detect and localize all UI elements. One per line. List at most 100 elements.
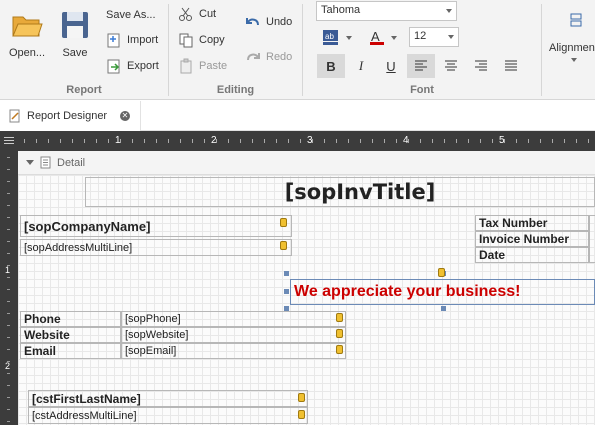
email-value-field[interactable]: [sopEmail] [121, 343, 346, 359]
export-button[interactable]: Export [106, 56, 159, 76]
hamburger-menu-icon[interactable] [4, 137, 14, 146]
redo-button[interactable]: Redo [245, 47, 292, 67]
invoice-number-field[interactable]: Invoice Number [475, 231, 589, 247]
smart-tag-icon[interactable] [280, 218, 287, 227]
cut-button[interactable]: Cut [178, 4, 216, 24]
tax-number-text: Tax Number [479, 216, 548, 230]
close-icon[interactable]: ✕ [120, 111, 130, 121]
appreciation-field[interactable]: We appreciate your business! [290, 279, 595, 305]
font-family-select[interactable]: Tahoma [316, 1, 457, 21]
tab-report-designer[interactable]: Report Designer ✕ [0, 101, 141, 131]
info-value-column[interactable] [589, 215, 595, 263]
phone-value-field[interactable]: [sopPhone] [121, 311, 346, 327]
vertical-ruler-tick [7, 409, 10, 410]
undo-label: Undo [266, 16, 293, 28]
ruler-tick [396, 139, 397, 143]
resize-handle[interactable] [441, 306, 446, 311]
ruler-tick [588, 139, 589, 143]
vertical-ruler-tick [7, 385, 10, 386]
undo-button[interactable]: Undo [245, 12, 292, 32]
import-label: Import [127, 34, 159, 46]
vertical-ruler-tick [7, 421, 10, 422]
ruler-tick [108, 139, 109, 143]
company-address-field[interactable]: [sopAddressMultiLine] [20, 239, 292, 256]
open-button[interactable]: Open... [4, 8, 50, 59]
ruler-tick [144, 139, 145, 143]
smart-tag-icon[interactable] [298, 410, 305, 419]
date-field[interactable]: Date [475, 247, 589, 263]
smart-tag-icon[interactable] [438, 268, 445, 277]
font-size-select[interactable]: 12 [409, 27, 459, 47]
smart-tag-icon[interactable] [336, 313, 343, 322]
ruler-tick [348, 139, 349, 143]
detail-band-header[interactable]: Detail [18, 151, 595, 175]
cut-label: Cut [199, 8, 217, 20]
invoice-number-text: Invoice Number [479, 232, 570, 246]
invoice-title-text: [sopInvTitle] [284, 180, 436, 204]
underline-button[interactable]: U [377, 54, 405, 78]
report-designer-icon [9, 109, 20, 123]
vertical-ruler-tick [7, 361, 10, 362]
highlight-color-icon: ab [323, 30, 338, 45]
vertical-ruler-tick [7, 397, 10, 398]
export-icon [107, 59, 120, 74]
highlight-color-button[interactable]: ab [321, 28, 352, 48]
justify-button[interactable] [497, 54, 525, 78]
ruler-tick [72, 139, 73, 143]
scissors-icon [179, 7, 192, 21]
alignment-button[interactable]: Alignment [549, 12, 595, 62]
tab-label: Report Designer [27, 110, 108, 122]
export-label: Export [127, 60, 159, 72]
tax-number-field[interactable]: Tax Number [475, 215, 589, 231]
smart-tag-icon[interactable] [280, 241, 287, 250]
italic-button[interactable]: I [347, 54, 375, 78]
chevron-down-icon [571, 58, 577, 62]
align-center-button[interactable] [437, 54, 465, 78]
customer-name-text: [cstFirstLastName] [32, 391, 141, 406]
smart-tag-icon[interactable] [298, 393, 305, 402]
smart-tag-icon[interactable] [336, 345, 343, 354]
vertical-ruler-tick [7, 229, 10, 230]
ruler-tick [336, 139, 337, 143]
bold-label: B [326, 58, 336, 74]
import-button[interactable]: Import [106, 30, 158, 50]
design-surface[interactable]: Detail [sopInvTitle] [sopCompanyName] [s… [18, 151, 595, 425]
email-label-field[interactable]: Email [20, 343, 121, 359]
copy-button[interactable]: Copy [178, 30, 225, 50]
vertical-ruler-tick [7, 301, 10, 302]
ribbon-divider [541, 4, 542, 96]
align-right-button[interactable] [467, 54, 495, 78]
svg-text:A: A [371, 29, 380, 44]
align-left-button[interactable] [407, 54, 435, 78]
redo-icon [247, 53, 260, 61]
ruler-tick [432, 139, 433, 143]
import-icon [107, 33, 120, 48]
paste-button[interactable]: Paste [178, 56, 227, 76]
website-value-field[interactable]: [sopWebsite] [121, 327, 346, 343]
customer-name-field[interactable]: [cstFirstLastName] [28, 390, 308, 407]
resize-handle[interactable] [284, 289, 289, 294]
ruler-tick [300, 139, 301, 143]
vertical-ruler-tick [7, 337, 10, 338]
alignment-label: Alignment [549, 42, 595, 54]
ribbon: Open... Save Save As... Import Export Re… [0, 0, 595, 100]
smart-tag-icon[interactable] [336, 329, 343, 338]
collapse-arrow-icon[interactable] [26, 160, 34, 165]
ruler-tick [384, 139, 385, 143]
resize-handle[interactable] [284, 271, 289, 276]
align-center-icon [445, 60, 457, 71]
font-color-button[interactable]: A [368, 28, 397, 48]
vertical-ruler-tick [7, 277, 10, 278]
phone-label-field[interactable]: Phone [20, 311, 121, 327]
save-as-button[interactable]: Save As... [106, 5, 156, 25]
save-button[interactable]: Save [56, 8, 94, 59]
floppy-disk-icon [62, 12, 88, 38]
bold-button[interactable]: B [317, 54, 345, 78]
company-address-text: [sopAddressMultiLine] [24, 241, 133, 254]
website-label-field[interactable]: Website [20, 327, 121, 343]
customer-address-field[interactable]: [cstAddressMultiLine] [28, 407, 308, 424]
ruler-tick [24, 139, 25, 143]
company-name-field[interactable]: [sopCompanyName] [20, 215, 292, 237]
invoice-title-field[interactable]: [sopInvTitle] [85, 177, 595, 207]
company-name-text: [sopCompanyName] [24, 218, 151, 234]
